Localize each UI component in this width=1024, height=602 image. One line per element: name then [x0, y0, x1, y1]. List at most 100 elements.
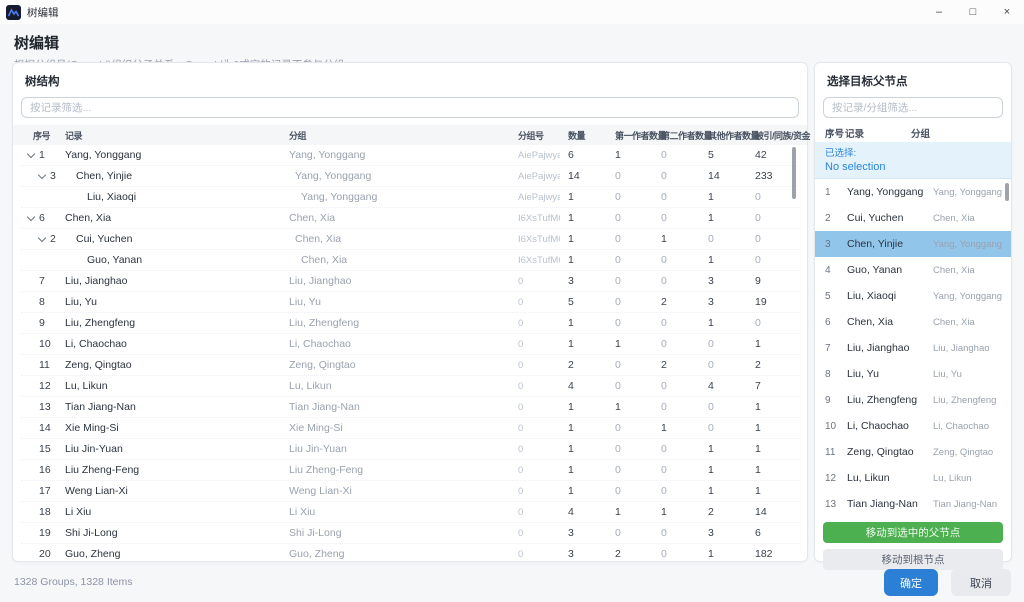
row-record: Cui, Yuchen: [59, 233, 281, 245]
chevron-down-icon[interactable]: [38, 172, 46, 180]
target-row[interactable]: 13Tian Jiang-NanTian Jiang-Nan: [815, 491, 1011, 517]
tree-row[interactable]: 17Weng Lian-XiWeng Lian-Xi010011: [21, 481, 799, 502]
row-metric: 14: [700, 170, 747, 182]
target-row[interactable]: 9Liu, ZhengfengLiu, Zhengfeng: [815, 387, 1011, 413]
tree-row[interactable]: 14Xie Ming-SiXie Ming-Si010101: [21, 418, 799, 439]
tree-filter-input[interactable]: [21, 97, 799, 118]
status-text: 1328 Groups, 1328 Items: [14, 576, 133, 588]
footer-buttons: 确定 取消: [884, 569, 1011, 596]
row-group-id: 0: [508, 318, 560, 329]
target-row[interactable]: 7Liu, JianghaoLiu, Jianghao: [815, 335, 1011, 361]
tree-row[interactable]: 19Shi Ji-LongShi Ji-Long030036: [21, 523, 799, 544]
move-to-parent-button[interactable]: 移动到选中的父节点: [823, 522, 1003, 543]
row-metric: 1: [560, 233, 607, 245]
row-metric: 1: [560, 422, 607, 434]
row-metric: 0: [700, 233, 747, 245]
row-record: Liu, Zhengfeng: [59, 317, 281, 329]
target-row[interactable]: 4Guo, YananChen, Xia: [815, 257, 1011, 283]
target-row[interactable]: 11Zeng, QingtaoZeng, Qingtao: [815, 439, 1011, 465]
tree-row[interactable]: 8Liu, YuLiu, Yu0502319: [21, 292, 799, 313]
ok-button[interactable]: 确定: [884, 569, 938, 596]
maximize-icon[interactable]: □: [956, 0, 990, 24]
row-group: Tian Jiang-Nan: [933, 499, 1011, 510]
row-record: Liu, Jianghao: [847, 342, 933, 354]
row-group: Chen, Xia: [281, 233, 508, 245]
row-metric: 1: [560, 317, 607, 329]
tree-row[interactable]: 1Yang, YonggangYang, YonggangAiePajwyayL…: [21, 145, 799, 166]
move-to-root-button[interactable]: 移动到根节点: [823, 549, 1003, 570]
tree-row[interactable]: 4Guo, YananChen, XiaI6XsTufMCBe10010: [21, 250, 799, 271]
row-metric: 1: [607, 149, 653, 161]
target-row[interactable]: 3Chen, YinjieYang, Yonggang: [815, 231, 1011, 257]
tree-row[interactable]: 6Chen, XiaChen, XiaI6XsTufMCBe10010: [21, 208, 799, 229]
target-row[interactable]: 2Cui, YuchenChen, Xia: [815, 205, 1011, 231]
target-parent-panel: 选择目标父节点 序号 记录 分组 已选择: No selection 1Yang…: [814, 62, 1012, 562]
row-group-id: AiePajwyayL: [508, 171, 560, 182]
tree-seq-cell: 14: [21, 422, 59, 434]
tree-seq-cell: 10: [21, 338, 59, 350]
row-record: Li Xiu: [59, 506, 281, 518]
tree-table-header: 序号 记录 分组 分组号 数量 第一作者数量 第二作者数量 其他作者数量 被引/…: [13, 125, 807, 145]
row-seq: 17: [39, 485, 51, 497]
title-bar: 树编辑 – □ ×: [0, 0, 1024, 24]
row-metric: 1: [747, 464, 799, 476]
tree-row[interactable]: 16Liu Zheng-FengLiu Zheng-Feng010011: [21, 460, 799, 481]
row-seq: 13: [39, 401, 51, 413]
target-row[interactable]: 1Yang, YonggangYang, Yonggang: [815, 179, 1011, 205]
row-seq: 6: [39, 212, 45, 224]
tree-row[interactable]: 13Tian Jiang-NanTian Jiang-Nan011001: [21, 397, 799, 418]
row-record: Guo, Zheng: [59, 548, 281, 560]
row-record: Liu, Jianghao: [59, 275, 281, 287]
tree-row[interactable]: 10Li, ChaochaoLi, Chaochao011001: [21, 334, 799, 355]
target-row[interactable]: 10Li, ChaochaoLi, Chaochao: [815, 413, 1011, 439]
tree-row[interactable]: 3Chen, YinjieYang, YonggangAiePajwyayL14…: [21, 166, 799, 187]
row-record: Liu, Yu: [59, 296, 281, 308]
tree-row[interactable]: 2Cui, YuchenChen, XiaI6XsTufMCBe10100: [21, 229, 799, 250]
selection-value: No selection: [825, 161, 1001, 173]
row-group: Li Xiu: [281, 506, 508, 518]
target-filter-input[interactable]: [823, 97, 1003, 118]
cancel-button[interactable]: 取消: [951, 569, 1011, 596]
tree-scrollbar[interactable]: [792, 147, 796, 199]
row-group: Liu, Jianghao: [933, 343, 1011, 354]
tree-row[interactable]: 11Zeng, QingtaoZeng, Qingtao020202: [21, 355, 799, 376]
row-metric: 1: [653, 506, 700, 518]
col-second-author: 第二作者数量: [653, 129, 700, 142]
chevron-down-icon[interactable]: [27, 214, 35, 222]
row-metric: 14: [560, 170, 607, 182]
row-metric: 9: [747, 275, 799, 287]
row-record: Yang, Yonggang: [59, 149, 281, 161]
target-scrollbar[interactable]: [1005, 183, 1009, 201]
tree-row[interactable]: 9Liu, ZhengfengLiu, Zhengfeng010010: [21, 313, 799, 334]
tree-row[interactable]: 12Lu, LikunLu, Likun040047: [21, 376, 799, 397]
tree-row[interactable]: 15Liu Jin-YuanLiu Jin-Yuan010011: [21, 439, 799, 460]
close-icon[interactable]: ×: [990, 0, 1024, 24]
col-seq: 序号: [823, 126, 845, 140]
tree-seq-cell: 11: [21, 359, 59, 371]
row-record: Chen, Xia: [59, 212, 281, 224]
tree-seq-cell: 19: [21, 527, 59, 539]
col-record: 记录: [845, 126, 911, 140]
row-metric: 2: [560, 359, 607, 371]
tree-row[interactable]: 20Guo, ZhengGuo, Zheng03201182: [21, 544, 799, 565]
row-record: Yang, Yonggang: [847, 186, 933, 198]
row-seq: 1: [39, 149, 45, 161]
tree-row[interactable]: 18Li XiuLi Xiu0411214: [21, 502, 799, 523]
col-other-author: 其他作者数量: [700, 129, 747, 142]
tree-row[interactable]: 7Liu, JianghaoLiu, Jianghao030039: [21, 271, 799, 292]
row-metric: 0: [653, 275, 700, 287]
window-title: 树编辑: [27, 5, 59, 20]
target-row[interactable]: 12Lu, LikunLu, Likun: [815, 465, 1011, 491]
row-metric: 1: [700, 254, 747, 266]
target-row[interactable]: 5Liu, XiaoqiYang, Yonggang: [815, 283, 1011, 309]
chevron-down-icon[interactable]: [27, 151, 35, 159]
row-metric: 0: [607, 254, 653, 266]
target-row[interactable]: 8Liu, YuLiu, Yu: [815, 361, 1011, 387]
minimize-icon[interactable]: –: [922, 0, 956, 24]
row-record: Liu, Xiaoqi: [59, 191, 281, 203]
tree-row[interactable]: 5Liu, XiaoqiYang, YonggangAiePajwyayL100…: [21, 187, 799, 208]
row-group: Lu, Likun: [281, 380, 508, 392]
row-group: Liu, Yu: [933, 369, 1011, 380]
target-row[interactable]: 6Chen, XiaChen, Xia: [815, 309, 1011, 335]
chevron-down-icon[interactable]: [38, 235, 46, 243]
